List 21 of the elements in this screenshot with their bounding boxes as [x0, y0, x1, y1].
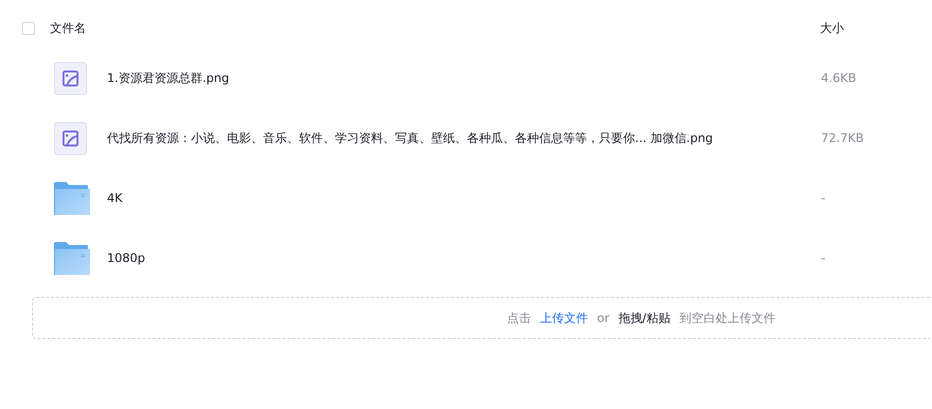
- file-size: 4.6KB: [821, 71, 856, 85]
- folder-icon: [54, 242, 90, 274]
- drag-paste-text: 拖拽/粘贴: [618, 310, 670, 326]
- file-name[interactable]: 4K: [107, 191, 821, 205]
- upload-file-link[interactable]: 上传文件: [540, 310, 588, 326]
- upload-drop-zone[interactable]: 点击 上传文件 or 拖拽/粘贴 到空白处上传文件: [32, 297, 932, 339]
- file-size: -: [821, 191, 826, 205]
- select-all-checkbox[interactable]: [22, 22, 35, 34]
- image-file-icon: [54, 62, 87, 94]
- file-name[interactable]: 代找所有资源：小说、电影、音乐、软件、学习资料、写真、壁纸、各种瓜、各种信息等等，只要你... 加微信.png: [107, 130, 821, 146]
- upload-hint: or: [597, 311, 610, 325]
- image-file-icon: [54, 122, 87, 154]
- file-name[interactable]: 1080p: [107, 251, 821, 265]
- file-size: -: [821, 251, 826, 265]
- folder-icon: [54, 182, 90, 214]
- upload-hint: 点击: [507, 310, 531, 326]
- file-size: 72.7KB: [821, 131, 864, 145]
- column-header: 大小: [820, 20, 844, 36]
- file-name[interactable]: 1.资源君资源总群.png: [107, 70, 821, 86]
- upload-hint: 到空白处上传文件: [679, 310, 776, 326]
- column-header: 文件名: [50, 20, 87, 36]
